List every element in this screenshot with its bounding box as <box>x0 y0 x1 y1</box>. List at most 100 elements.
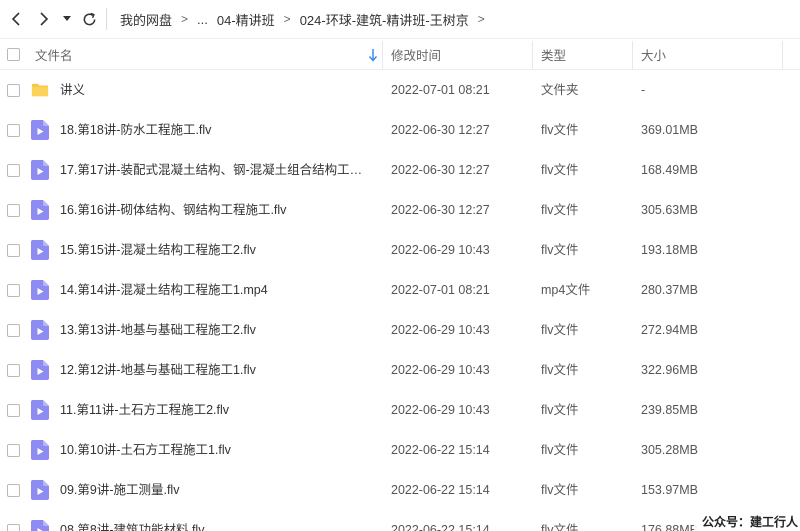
file-size: 305.28MB <box>641 443 698 457</box>
row-checkbox[interactable] <box>7 444 20 457</box>
column-divider[interactable] <box>782 41 783 69</box>
file-type: flv文件 <box>541 203 579 217</box>
row-checkbox[interactable] <box>7 484 20 497</box>
column-divider[interactable] <box>382 41 383 69</box>
video-file-icon <box>31 120 49 140</box>
video-file-icon <box>31 480 49 500</box>
file-modified-time: 2022-07-01 08:21 <box>391 83 490 97</box>
file-row[interactable]: 16.第16讲-砌体结构、钢结构工程施工.flv 2022-06-30 12:2… <box>0 190 800 230</box>
video-file-icon <box>31 400 49 420</box>
file-name[interactable]: 08.第8讲-建筑功能材料.flv <box>60 510 370 531</box>
folder-icon <box>31 83 49 97</box>
forward-button[interactable] <box>30 5 58 33</box>
breadcrumb-item-current[interactable]: 024-环球-建筑-精讲班-王树京 <box>300 10 469 29</box>
back-button[interactable] <box>2 5 30 33</box>
file-size: - <box>641 83 646 97</box>
row-checkbox[interactable] <box>7 284 20 297</box>
file-modified-time: 2022-06-22 15:14 <box>391 523 490 531</box>
file-modified-time: 2022-07-01 08:21 <box>391 283 490 297</box>
row-checkbox[interactable] <box>7 164 20 177</box>
file-list-header: 文件名 修改时间 类型 大小 <box>0 38 800 70</box>
file-name[interactable]: 11.第11讲-土石方工程施工2.flv <box>60 390 370 430</box>
file-name[interactable]: 17.第17讲-装配式混凝土结构、钢-混凝土组合结构工程施工.flv <box>60 150 370 190</box>
breadcrumb-item-collapsed[interactable]: ... <box>197 12 208 27</box>
file-row[interactable]: 11.第11讲-土石方工程施工2.flv 2022-06-29 10:43 fl… <box>0 390 800 430</box>
watermark-text: 公众号：建工行人 <box>693 513 800 531</box>
file-row[interactable]: 14.第14讲-混凝土结构工程施工1.mp4 2022-07-01 08:21 … <box>0 270 800 310</box>
sort-descending-icon[interactable] <box>368 48 378 62</box>
file-type: flv文件 <box>541 323 579 337</box>
file-modified-time: 2022-06-29 10:43 <box>391 363 490 377</box>
file-name[interactable]: 10.第10讲-土石方工程施工1.flv <box>60 430 370 470</box>
column-header-name[interactable]: 文件名 <box>35 39 73 69</box>
file-type: flv文件 <box>541 523 579 531</box>
file-row[interactable]: 18.第18讲-防水工程施工.flv 2022-06-30 12:27 flv文… <box>0 110 800 150</box>
chevron-right-icon <box>40 12 49 26</box>
row-checkbox[interactable] <box>7 204 20 217</box>
row-checkbox[interactable] <box>7 244 20 257</box>
file-row[interactable]: 09.第9讲-施工测量.flv 2022-06-22 15:14 flv文件 1… <box>0 470 800 510</box>
file-size: 322.96MB <box>641 363 698 377</box>
file-row[interactable]: 12.第12讲-地基与基础工程施工1.flv 2022-06-29 10:43 … <box>0 350 800 390</box>
file-row-folder[interactable]: 讲义 2022-07-01 08:21 文件夹 - <box>0 70 800 110</box>
row-checkbox[interactable] <box>7 404 20 417</box>
row-checkbox[interactable] <box>7 364 20 377</box>
file-row[interactable]: 15.第15讲-混凝土结构工程施工2.flv 2022-06-29 10:43 … <box>0 230 800 270</box>
column-divider[interactable] <box>532 41 533 69</box>
video-file-icon <box>31 520 49 531</box>
file-name[interactable]: 14.第14讲-混凝土结构工程施工1.mp4 <box>60 270 370 310</box>
file-modified-time: 2022-06-30 12:27 <box>391 203 490 217</box>
video-file-icon <box>31 200 49 220</box>
file-size: 305.63MB <box>641 203 698 217</box>
file-size: 369.01MB <box>641 123 698 137</box>
file-type: flv文件 <box>541 123 579 137</box>
breadcrumb-separator-icon: > <box>283 12 291 26</box>
breadcrumb-separator-icon: > <box>181 12 189 26</box>
file-name[interactable]: 讲义 <box>60 70 370 110</box>
breadcrumb: 我的网盘 > ... 04-精讲班 > 024-环球-建筑-精讲班-王树京 > <box>120 0 494 38</box>
file-modified-time: 2022-06-30 12:27 <box>391 163 490 177</box>
file-name[interactable]: 16.第16讲-砌体结构、钢结构工程施工.flv <box>60 190 370 230</box>
column-header-size[interactable]: 大小 <box>641 39 666 69</box>
file-name[interactable]: 18.第18讲-防水工程施工.flv <box>60 110 370 150</box>
file-type: flv文件 <box>541 403 579 417</box>
file-size: 153.97MB <box>641 483 698 497</box>
row-checkbox[interactable] <box>7 124 20 137</box>
video-file-icon <box>31 240 49 260</box>
file-name[interactable]: 12.第12讲-地基与基础工程施工1.flv <box>60 350 370 390</box>
history-dropdown-button[interactable] <box>58 5 76 33</box>
file-type: flv文件 <box>541 443 579 457</box>
file-modified-time: 2022-06-29 10:43 <box>391 243 490 257</box>
column-header-type[interactable]: 类型 <box>541 39 566 69</box>
file-type: 文件夹 <box>541 83 579 97</box>
video-file-icon <box>31 320 49 340</box>
video-file-icon <box>31 280 49 300</box>
file-type: flv文件 <box>541 363 579 377</box>
row-checkbox[interactable] <box>7 524 20 531</box>
refresh-icon <box>83 12 95 25</box>
file-type: mp4文件 <box>541 283 591 297</box>
file-row[interactable]: 10.第10讲-土石方工程施工1.flv 2022-06-22 15:14 fl… <box>0 430 800 470</box>
chevron-left-icon <box>11 12 20 26</box>
refresh-button[interactable] <box>75 5 103 33</box>
file-modified-time: 2022-06-22 15:14 <box>391 483 490 497</box>
breadcrumb-separator-icon: > <box>477 12 485 26</box>
row-checkbox[interactable] <box>7 324 20 337</box>
row-checkbox[interactable] <box>7 84 20 97</box>
video-file-icon <box>31 440 49 460</box>
file-row[interactable]: 13.第13讲-地基与基础工程施工2.flv 2022-06-29 10:43 … <box>0 310 800 350</box>
file-modified-time: 2022-06-29 10:43 <box>391 403 490 417</box>
file-name[interactable]: 09.第9讲-施工测量.flv <box>60 470 370 510</box>
video-file-icon <box>31 360 49 380</box>
file-name[interactable]: 13.第13讲-地基与基础工程施工2.flv <box>60 310 370 350</box>
file-row[interactable]: 08.第8讲-建筑功能材料.flv 2022-06-22 15:14 flv文件… <box>0 510 800 531</box>
file-row[interactable]: 17.第17讲-装配式混凝土结构、钢-混凝土组合结构工程施工.flv 2022-… <box>0 150 800 190</box>
column-divider[interactable] <box>632 41 633 69</box>
breadcrumb-item-parent[interactable]: 04-精讲班 <box>217 10 275 29</box>
column-header-modified[interactable]: 修改时间 <box>391 39 441 69</box>
file-name[interactable]: 15.第15讲-混凝土结构工程施工2.flv <box>60 230 370 270</box>
breadcrumb-item-root[interactable]: 我的网盘 <box>120 10 172 29</box>
video-file-icon <box>31 160 49 180</box>
navigation-bar: 我的网盘 > ... 04-精讲班 > 024-环球-建筑-精讲班-王树京 > <box>0 0 800 38</box>
select-all-checkbox[interactable] <box>7 47 20 61</box>
